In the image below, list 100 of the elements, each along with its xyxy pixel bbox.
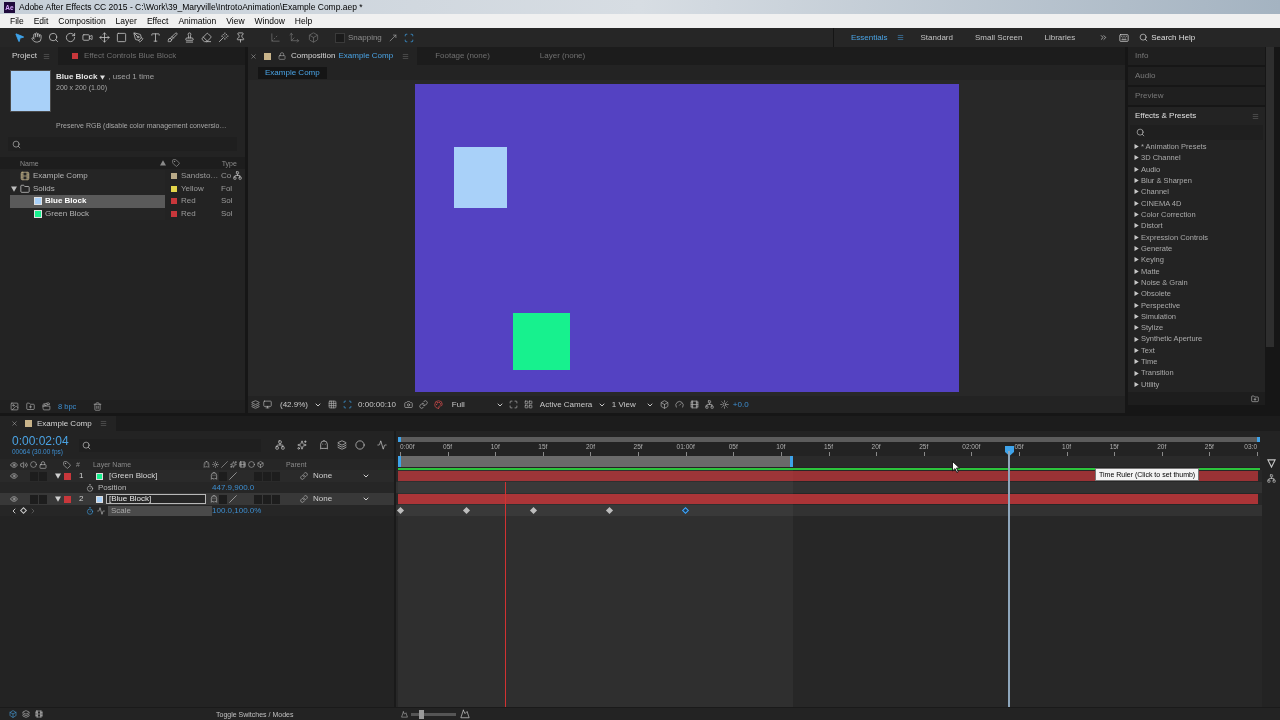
layers-icon[interactable] bbox=[251, 400, 260, 409]
eraser-icon[interactable] bbox=[201, 32, 212, 43]
disclosure-triangle-icon[interactable] bbox=[1134, 155, 1139, 161]
property-value[interactable]: 100.0,100.0% bbox=[212, 506, 262, 515]
ghost-icon[interactable] bbox=[202, 461, 210, 468]
caret-icon[interactable] bbox=[362, 495, 370, 503]
search-field[interactable] bbox=[79, 438, 261, 452]
disclosure-triangle-icon[interactable] bbox=[1134, 291, 1139, 297]
frame-corners-icon[interactable] bbox=[508, 400, 518, 409]
keyframe-icon[interactable] bbox=[605, 506, 613, 515]
disclosure-triangle-icon[interactable] bbox=[1134, 178, 1139, 184]
layers-icon[interactable] bbox=[22, 710, 30, 718]
graph-icon[interactable] bbox=[97, 506, 105, 515]
gauge-icon[interactable] bbox=[674, 400, 684, 409]
switch-box[interactable] bbox=[272, 494, 280, 504]
layer-row[interactable]: 1 [Green Block] None bbox=[0, 470, 394, 482]
search-icon[interactable] bbox=[1139, 33, 1149, 42]
comp-navigator-tab[interactable]: Example Comp bbox=[258, 66, 327, 79]
monitor-icon[interactable] bbox=[263, 400, 272, 409]
eye-icon[interactable] bbox=[10, 495, 18, 503]
parent-dropdown[interactable]: None bbox=[313, 495, 370, 503]
menu-icon[interactable] bbox=[897, 34, 905, 41]
panel-tab[interactable]: Info bbox=[1128, 47, 1265, 65]
switch-box[interactable] bbox=[219, 494, 227, 504]
disclosure-triangle-icon[interactable] bbox=[1134, 325, 1139, 331]
camera-icon[interactable] bbox=[403, 400, 413, 409]
current-time-button[interactable]: 0:00:00:10 bbox=[358, 400, 396, 409]
diagonal-arrow-icon[interactable] bbox=[387, 32, 398, 43]
menu-item[interactable]: Animation bbox=[173, 16, 222, 26]
text-tool-icon[interactable] bbox=[150, 32, 161, 43]
camera-dropdown[interactable]: Active Camera bbox=[539, 400, 606, 409]
disclosure-triangle-icon[interactable] bbox=[1134, 268, 1139, 274]
slider-thumb[interactable] bbox=[418, 709, 424, 719]
stopwatch-icon[interactable] bbox=[86, 506, 94, 515]
disclosure-triangle-icon[interactable] bbox=[1134, 212, 1139, 218]
keyboard-icon[interactable] bbox=[1118, 32, 1131, 43]
close-icon[interactable] bbox=[250, 52, 257, 60]
rectangle-icon[interactable] bbox=[116, 32, 127, 43]
video-camera-icon[interactable] bbox=[82, 32, 93, 43]
workspace-tab[interactable]: Small Screen bbox=[974, 33, 1023, 42]
disclosure-triangle-icon[interactable] bbox=[1134, 200, 1139, 206]
flowchart-icon[interactable] bbox=[275, 440, 285, 450]
panel-title[interactable]: Effects & Presets bbox=[1135, 112, 1197, 120]
disclosure-triangle-icon[interactable] bbox=[55, 496, 61, 502]
panel-tab[interactable]: Preview bbox=[1128, 87, 1265, 105]
disclosure-triangle-icon[interactable] bbox=[1134, 314, 1139, 320]
exposure-value[interactable]: +0.0 bbox=[732, 400, 749, 409]
search-icon[interactable] bbox=[82, 440, 91, 450]
switch-box[interactable] bbox=[263, 494, 271, 504]
move-icon[interactable] bbox=[99, 32, 110, 43]
panel-tab[interactable]: Audio bbox=[1128, 67, 1265, 85]
triangle-icon[interactable] bbox=[1266, 459, 1276, 468]
scan-icon[interactable] bbox=[343, 400, 352, 409]
link-icon[interactable] bbox=[300, 495, 308, 503]
keyframe-icon[interactable] bbox=[681, 506, 689, 515]
brush-icon[interactable] bbox=[167, 32, 178, 43]
link-icon[interactable] bbox=[418, 400, 428, 409]
sort-arrow-icon[interactable] bbox=[159, 160, 166, 166]
zoom-slider[interactable] bbox=[411, 712, 457, 716]
keyframe-icon[interactable] bbox=[396, 506, 404, 515]
workspace-tab[interactable]: Essentials bbox=[851, 33, 888, 42]
graph-icon[interactable] bbox=[377, 440, 387, 450]
lock-icon[interactable] bbox=[39, 460, 47, 469]
previous-keyframe-icon[interactable] bbox=[10, 506, 18, 515]
menu-item[interactable]: Window bbox=[249, 16, 290, 26]
flowchart-icon[interactable] bbox=[233, 171, 242, 180]
close-icon[interactable] bbox=[11, 420, 18, 427]
disclosure-triangle-icon[interactable] bbox=[1134, 359, 1139, 365]
stopwatch-icon[interactable] bbox=[86, 483, 94, 492]
mountain-icon[interactable] bbox=[401, 710, 409, 718]
property-value[interactable]: 447.9,900.0 bbox=[212, 483, 255, 492]
menu-item[interactable]: Edit bbox=[28, 16, 54, 26]
menu-item[interactable]: Effect bbox=[141, 16, 174, 26]
image-icon[interactable] bbox=[10, 402, 19, 411]
chevrons-right-icon[interactable] bbox=[1099, 33, 1109, 42]
search-field[interactable] bbox=[8, 137, 237, 151]
workspace-tab[interactable]: Libraries bbox=[1044, 33, 1076, 42]
stamp-icon[interactable] bbox=[184, 32, 195, 43]
panel-tab[interactable]: Layer (none) bbox=[539, 52, 586, 60]
disclosure-triangle-icon[interactable] bbox=[1134, 382, 1139, 388]
caret-icon[interactable] bbox=[362, 472, 370, 480]
eye-icon[interactable] bbox=[10, 460, 18, 469]
panel-tab[interactable]: Effect Controls Blue Block bbox=[57, 47, 183, 65]
switch-box[interactable] bbox=[39, 494, 47, 504]
lock-icon[interactable] bbox=[278, 52, 286, 60]
work-area-bar[interactable] bbox=[398, 456, 793, 468]
mountain-icon[interactable] bbox=[460, 709, 471, 719]
hand-icon[interactable] bbox=[31, 32, 42, 43]
project-item[interactable]: Blue Block bbox=[10, 195, 165, 208]
composition-tab[interactable]: Composition Example Comp bbox=[248, 47, 418, 65]
eye-icon[interactable] bbox=[10, 472, 18, 480]
timeline-tab[interactable]: Example Comp bbox=[0, 416, 116, 431]
pen-icon[interactable] bbox=[133, 32, 144, 43]
disclosure-triangle-icon[interactable] bbox=[1134, 223, 1139, 229]
sun-icon[interactable] bbox=[719, 400, 729, 409]
magnification-dropdown[interactable]: (42.9%) bbox=[280, 400, 322, 409]
slash-icon[interactable] bbox=[229, 495, 237, 503]
sparkle-icon[interactable] bbox=[229, 461, 237, 468]
clapperboard-icon[interactable] bbox=[42, 402, 51, 411]
layer-name[interactable]: [Blue Block] bbox=[106, 494, 206, 504]
